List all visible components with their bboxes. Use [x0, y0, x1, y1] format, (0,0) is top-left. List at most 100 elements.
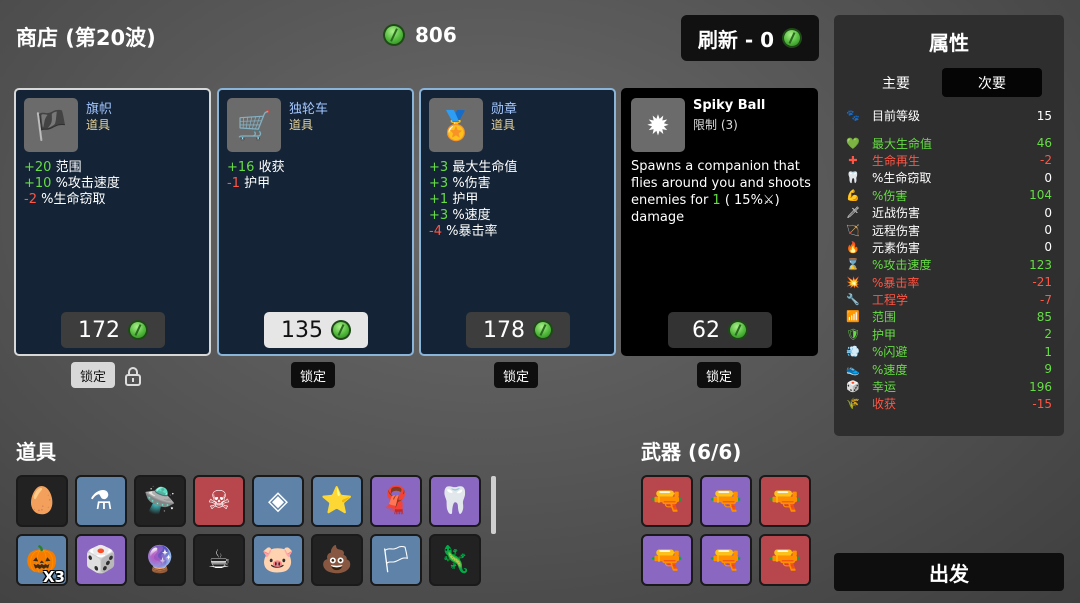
- stat-value: 9: [1044, 362, 1052, 377]
- stat-line: +20 范围: [24, 160, 82, 175]
- stat-row: 💨 %闪避 1: [844, 343, 1054, 360]
- stat-value: 0: [1044, 170, 1052, 185]
- go-button[interactable]: 出发: [834, 553, 1064, 591]
- lock-button[interactable]: 锁定: [71, 362, 116, 388]
- stat-line: +16 收获: [227, 160, 285, 175]
- stat-line: +3 最大生命值: [429, 160, 518, 175]
- pistol-icon[interactable]: 🔫: [759, 475, 811, 527]
- compass-icon[interactable]: ◈: [252, 475, 304, 527]
- lock-button[interactable]: 锁定: [291, 362, 336, 388]
- stat-icon: 💪: [846, 188, 860, 202]
- price-tag: 62: [668, 312, 772, 348]
- stat-line: +10 %攻击速度: [24, 176, 120, 191]
- stat-label: %攻击速度: [872, 258, 932, 273]
- stat-label: 范围: [872, 310, 897, 325]
- stats-panel: 属性 主要 次要 🐾 目前等级 15 💚 最大生命值 46 ✚ 生命再生 -2 🦷 %生命窃取…: [834, 15, 1064, 436]
- stat-value: 85: [1036, 309, 1052, 324]
- item-name: Spiky Ball: [693, 98, 766, 113]
- price-value: 172: [78, 317, 120, 343]
- paw-icon: 🐾: [846, 109, 860, 123]
- stat-value: 123: [1029, 257, 1052, 272]
- shop-card[interactable]: ✹ Spiky Ball 限制 (3) Spawns a companion t…: [621, 88, 818, 356]
- stat-row: 💪 %伤害 104: [844, 187, 1054, 204]
- egg-icon[interactable]: 🥚: [16, 475, 68, 527]
- pistol-icon[interactable]: 🔫: [641, 475, 693, 527]
- refresh-button[interactable]: 刷新 - 0: [681, 15, 819, 61]
- stat-value: -15: [1032, 396, 1052, 411]
- potion-icon[interactable]: ⚗: [75, 475, 127, 527]
- star-icon[interactable]: ⭐: [311, 475, 363, 527]
- stat-row: 🔥 元素伤害 0: [844, 239, 1054, 256]
- refresh-label: 刷新 - 0: [697, 27, 775, 52]
- stat-line: -2 %生命窃取: [24, 192, 106, 207]
- stat-value: 104: [1029, 188, 1052, 203]
- ufo-icon[interactable]: 🛸: [134, 475, 186, 527]
- item-name: 勋章: [491, 102, 518, 117]
- stat-row: 👟 %速度 9: [844, 360, 1054, 377]
- tab-secondary[interactable]: 次要: [942, 68, 1042, 97]
- wheelbarrow-icon: 🛒: [227, 98, 281, 152]
- stat-label: %生命窃取: [872, 171, 932, 186]
- stat-value: 46: [1036, 136, 1052, 151]
- stat-icon: 🏹: [846, 223, 860, 237]
- price-tag: 172: [61, 312, 165, 348]
- lock-button[interactable]: 锁定: [697, 362, 742, 388]
- stat-icon: 🗡: [846, 206, 860, 220]
- fertilizer-icon[interactable]: 💩: [311, 534, 363, 586]
- stat-row: 💚 最大生命值 46: [844, 134, 1054, 151]
- stat-line: +3 %伤害: [429, 176, 491, 191]
- stat-icon: 🔥: [846, 240, 860, 254]
- stat-line: -4 %暴击率: [429, 224, 498, 239]
- stat-list: 🐾 目前等级 15 💚 最大生命值 46 ✚ 生命再生 -2 🦷 %生命窃取 0 💪 %伤害 104 🗡…: [844, 107, 1054, 413]
- material-icon: [724, 316, 752, 344]
- stat-label: 近战伤害: [872, 206, 921, 221]
- pumpkin-icon[interactable]: 🎃 X3: [16, 534, 68, 586]
- stat-icon: 🛡: [846, 327, 860, 341]
- flag-icon: 🏴: [24, 98, 78, 152]
- stat-label: 工程学: [872, 293, 909, 308]
- item-type: 道具: [491, 118, 516, 132]
- dice-icon[interactable]: 🎲: [75, 534, 127, 586]
- shop-card[interactable]: 🛒 独轮车 道具 +16 收获 -1 护甲 135: [217, 88, 414, 356]
- item-name: 独轮车: [289, 102, 329, 117]
- stat-icon: 💥: [846, 275, 860, 289]
- stat-label: %暴击率: [872, 275, 920, 290]
- lens-icon[interactable]: 🔮: [134, 534, 186, 586]
- white-flag-icon[interactable]: 🏳: [370, 534, 422, 586]
- material-icon: [124, 316, 152, 344]
- stat-line: -1 护甲: [227, 176, 271, 191]
- spiky-ball-icon: ✹: [631, 98, 685, 152]
- stat-icon: 🦷: [846, 171, 860, 185]
- pistol-icon[interactable]: 🔫: [759, 534, 811, 586]
- lizard-icon[interactable]: 🦎: [429, 534, 481, 586]
- stat-label: 最大生命值: [872, 136, 933, 151]
- item-description: Spawns a companion that flies around you…: [631, 159, 811, 225]
- pistol-icon[interactable]: 🔫: [641, 534, 693, 586]
- item-type: 道具: [86, 118, 111, 132]
- weapons-title: 武器 (6/6): [641, 440, 742, 464]
- material-icon: [778, 24, 806, 52]
- pirate-icon[interactable]: ☠: [193, 475, 245, 527]
- tab-main[interactable]: 主要: [846, 68, 946, 97]
- lock-button[interactable]: 锁定: [494, 362, 539, 388]
- pistol-icon[interactable]: 🔫: [700, 534, 752, 586]
- piggy-bank-icon[interactable]: 🐷: [252, 534, 304, 586]
- pistol-icon[interactable]: 🔫: [700, 475, 752, 527]
- item-type: 限制 (3): [693, 118, 738, 132]
- item-count: X3: [42, 568, 65, 586]
- stat-value: 0: [1044, 240, 1052, 255]
- tooth-icon[interactable]: 🦷: [429, 475, 481, 527]
- shop-card[interactable]: 🏴 旗帜 道具 +20 范围 +10 %攻击速度 -2 %生命窃取 172: [14, 88, 211, 356]
- price-value: 62: [692, 317, 720, 343]
- scarf-icon[interactable]: 🧣: [370, 475, 422, 527]
- stat-row: 📶 范围 85: [844, 308, 1054, 325]
- stat-value: -21: [1032, 275, 1052, 290]
- shop-card[interactable]: 🏅 勋章 道具 +3 最大生命值 +3 %伤害 +1 护甲 +3 %速度 -4 …: [419, 88, 616, 356]
- item-name: 旗帜: [86, 102, 113, 117]
- item-type: 道具: [289, 118, 314, 132]
- items-scrollbar[interactable]: [491, 476, 496, 534]
- stat-value: 0: [1044, 223, 1052, 238]
- coffee-icon[interactable]: ☕: [193, 534, 245, 586]
- stat-value: 0: [1044, 205, 1052, 220]
- material-icon: [327, 316, 355, 344]
